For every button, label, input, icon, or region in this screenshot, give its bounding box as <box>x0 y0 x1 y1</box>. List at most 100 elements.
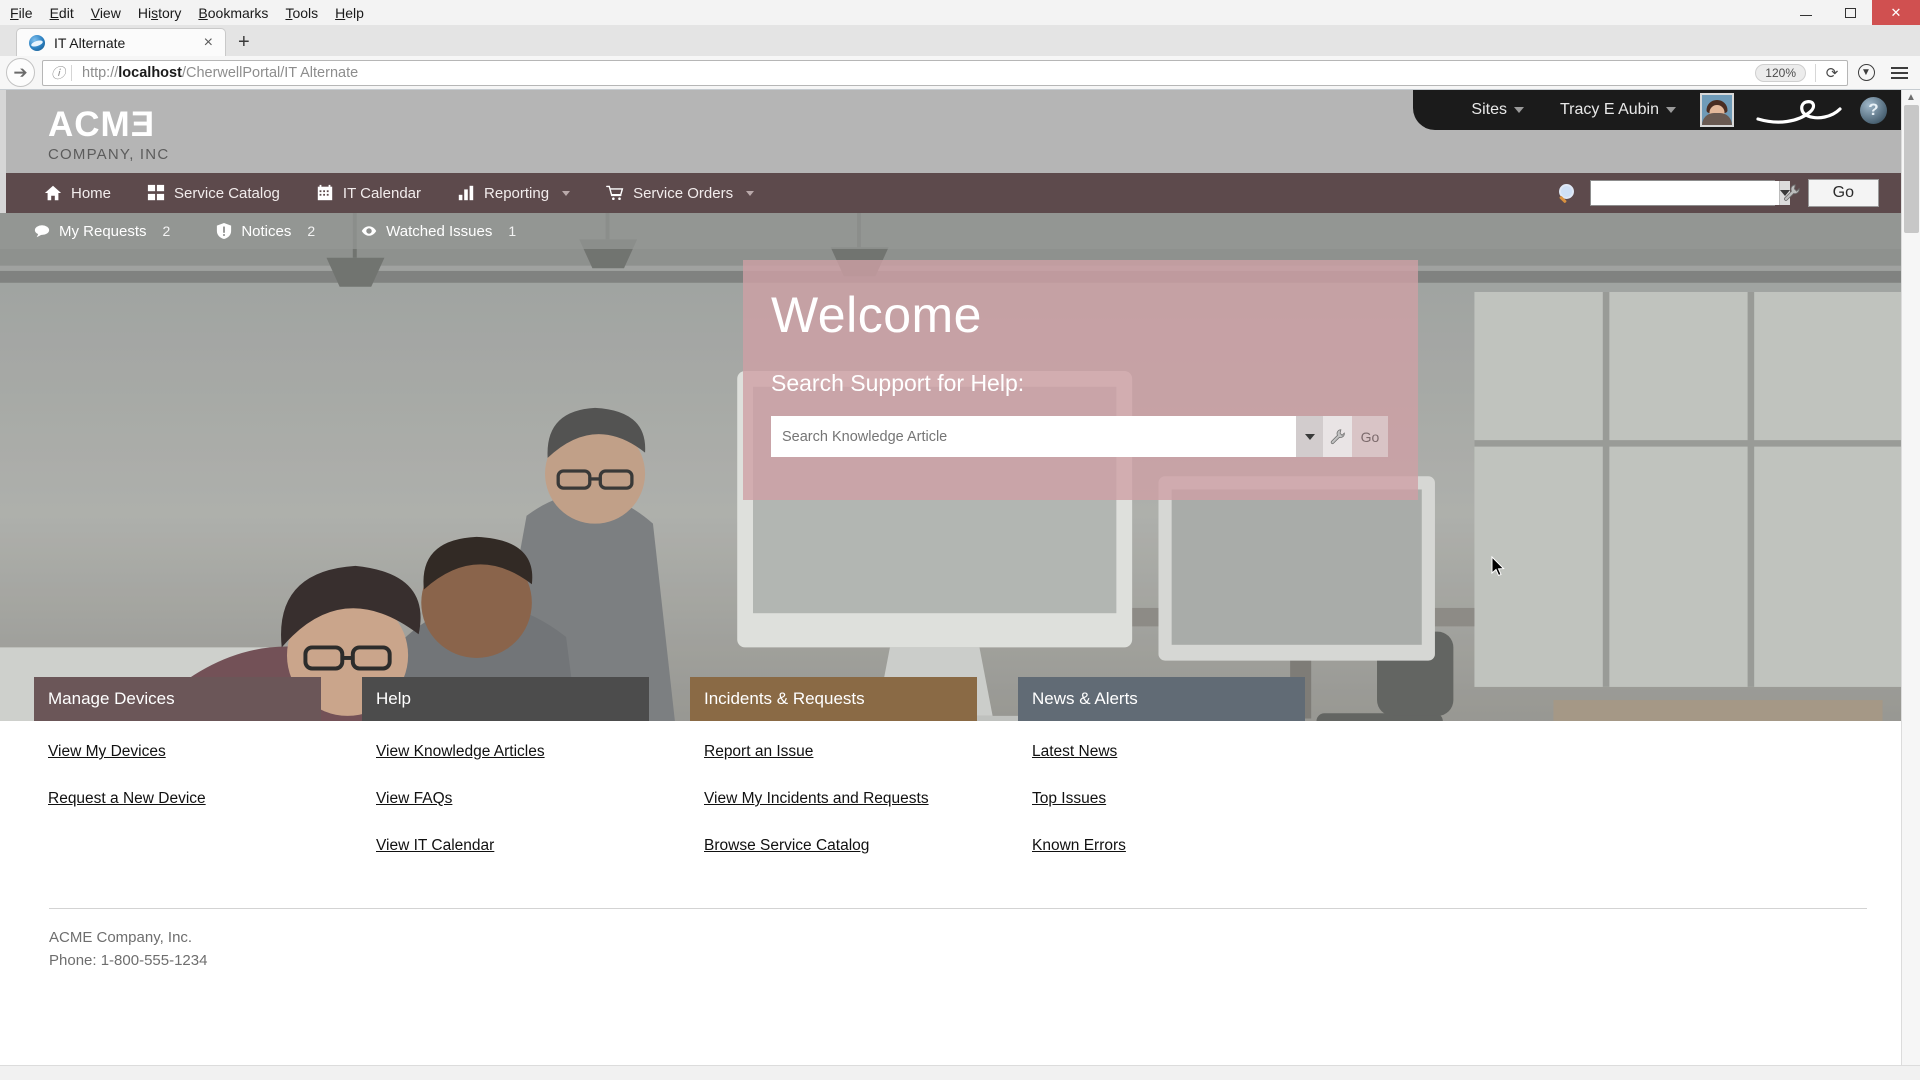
panel-title: Manage Devices <box>48 689 175 708</box>
panel-header-news-alerts: News & Alerts <box>1018 677 1305 721</box>
maximize-icon <box>1844 7 1856 18</box>
subnav-item-watched-issues[interactable]: Watched Issues 1 <box>361 223 562 240</box>
subnav-item-notices[interactable]: Notices 2 <box>216 223 361 240</box>
nav-item-reporting[interactable]: Reporting <box>439 184 588 202</box>
site-info-icon[interactable]: ⓘ <box>47 63 69 83</box>
knowledge-search-box[interactable]: Go <box>771 416 1388 457</box>
new-tab-icon[interactable]: + <box>226 28 262 56</box>
mouse-cursor <box>1491 556 1505 577</box>
minimize-icon <box>1800 15 1812 16</box>
eye-icon <box>361 226 377 236</box>
panel-links-news-alerts: Latest News Top Issues Known Errors <box>1018 743 1305 884</box>
knowledge-search-input[interactable] <box>771 416 1296 457</box>
nav-item-it-calendar[interactable]: IT Calendar <box>298 184 439 202</box>
page-scrollbar[interactable]: ▲ ▼ <box>1901 90 1920 1080</box>
panel-title: Help <box>376 689 411 708</box>
tab-title: IT Alternate <box>54 34 126 51</box>
nav-item-service-orders[interactable]: Service Orders <box>588 184 772 202</box>
link-report-an-issue[interactable]: Report an Issue <box>690 743 813 761</box>
main-navigation: Home Service Catalog IT Calendar Reporti… <box>0 173 1901 213</box>
horizontal-scrollbar[interactable] <box>0 1065 1920 1080</box>
nav-item-home[interactable]: Home <box>26 184 129 202</box>
link-view-knowledge-articles[interactable]: View Knowledge Articles <box>362 743 545 761</box>
subnav-label: Notices <box>241 222 292 240</box>
chevron-down-icon <box>562 190 571 196</box>
grid-icon <box>147 184 165 201</box>
link-view-faqs[interactable]: View FAQs <box>362 790 452 808</box>
close-button[interactable]: ✕ <box>1872 0 1920 25</box>
portal-page: ACMƎ COMPANY, INC Sites Tracy E Aubin ? <box>0 90 1901 1080</box>
downloads-button[interactable]: ▼ <box>1851 58 1881 88</box>
knowledge-search-dropdown[interactable] <box>1296 416 1323 457</box>
link-view-my-incidents-and-requests[interactable]: View My Incidents and Requests <box>690 790 929 808</box>
menu-tools[interactable]: Tools <box>285 0 318 26</box>
cherwell-swoosh-logo <box>1756 100 1842 124</box>
user-name-label: Tracy E Aubin <box>1559 101 1659 118</box>
shield-alert-icon <box>217 223 232 239</box>
knowledge-search-options[interactable] <box>1323 416 1352 457</box>
menu-history[interactable]: History <box>138 0 182 26</box>
menu-edit[interactable]: Edit <box>50 0 74 26</box>
back-button[interactable]: ➔ <box>6 58 35 87</box>
zoom-level-badge[interactable]: 120% <box>1755 63 1806 82</box>
reload-icon[interactable]: ⟳ <box>1821 64 1843 82</box>
panel-links-row: View My Devices Request a New Device Vie… <box>0 721 1901 884</box>
footer-company: ACME Company, Inc. <box>49 929 193 946</box>
panel-header-incidents-requests: Incidents & Requests <box>690 677 977 721</box>
nav-search-input[interactable] <box>1590 180 1779 205</box>
menu-bookmarks[interactable]: Bookmarks <box>198 0 268 26</box>
search-prompt-label: Search Support for Help: <box>771 370 1025 396</box>
panel-links-manage-devices: View My Devices Request a New Device <box>34 743 321 884</box>
nav-search-box[interactable] <box>1589 179 1790 206</box>
menu-view[interactable]: View <box>91 0 121 26</box>
browser-tab[interactable]: IT Alternate × <box>16 28 226 56</box>
logo-wordmark: ACMƎ <box>48 105 156 144</box>
bar-chart-icon <box>458 185 474 201</box>
favicon-icon <box>29 34 45 51</box>
search-icon[interactable] <box>1558 183 1576 202</box>
nav-item-service-catalog[interactable]: Service Catalog <box>129 184 298 202</box>
link-browse-service-catalog[interactable]: Browse Service Catalog <box>690 837 869 855</box>
acme-logo[interactable]: ACMƎ COMPANY, INC <box>48 107 169 163</box>
help-icon[interactable]: ? <box>1860 96 1887 124</box>
nav-label: Home <box>71 184 112 202</box>
browser-tabstrip: IT Alternate × + <box>0 26 1920 56</box>
wrench-icon[interactable] <box>1782 183 1801 202</box>
menu-help[interactable]: Help <box>335 0 364 26</box>
avatar[interactable] <box>1700 93 1734 127</box>
footer-phone: Phone: 1-800-555-1234 <box>49 952 208 970</box>
link-known-errors[interactable]: Known Errors <box>1018 837 1126 855</box>
nav-go-button[interactable]: Go <box>1807 178 1879 208</box>
subnav-item-my-requests[interactable]: My Requests 2 <box>34 223 216 240</box>
tab-close-icon[interactable]: × <box>201 34 216 51</box>
url-host: localhost <box>118 64 182 81</box>
link-top-issues[interactable]: Top Issues <box>1018 790 1106 808</box>
menu-file[interactable]: FFileile <box>10 0 33 26</box>
link-view-it-calendar[interactable]: View IT Calendar <box>362 837 494 855</box>
menu-button[interactable] <box>1884 58 1914 88</box>
scrollbar-track[interactable] <box>1902 105 1920 1065</box>
avatar-body <box>1702 113 1732 125</box>
page-footer: ACME Company, Inc. Phone: 1-800-555-1234 <box>49 908 1867 973</box>
page-viewport: ACMƎ COMPANY, INC Sites Tracy E Aubin ? <box>0 90 1920 1080</box>
comment-icon <box>34 225 50 238</box>
subnav-count: 2 <box>162 223 171 239</box>
url-bar[interactable]: ⓘ http://localhost/CherwellPortal/IT Alt… <box>42 59 1848 86</box>
maximize-button[interactable] <box>1828 0 1872 25</box>
subnav-label: My Requests <box>59 222 147 240</box>
link-latest-news[interactable]: Latest News <box>1018 743 1117 761</box>
link-request-a-new-device[interactable]: Request a New Device <box>34 790 206 808</box>
knowledge-go-button[interactable]: Go <box>1352 416 1388 457</box>
scrollbar-thumb[interactable] <box>1904 105 1919 233</box>
download-arrow-icon: ▼ <box>1857 64 1875 81</box>
nav-search-area: Go <box>1558 178 1901 208</box>
link-view-my-devices[interactable]: View My Devices <box>34 743 166 761</box>
scroll-up-icon[interactable]: ▲ <box>1906 90 1916 105</box>
window-titlebar: FFileile Edit View History Bookmarks Too… <box>0 0 1920 26</box>
panel-links-incidents-requests: Report an Issue View My Incidents and Re… <box>690 743 977 884</box>
minimize-button[interactable] <box>1784 0 1828 25</box>
sites-menu[interactable]: Sites <box>1453 101 1542 119</box>
user-menu[interactable]: Tracy E Aubin <box>1542 101 1694 119</box>
url-divider <box>71 64 72 81</box>
chevron-down-icon <box>746 190 755 196</box>
